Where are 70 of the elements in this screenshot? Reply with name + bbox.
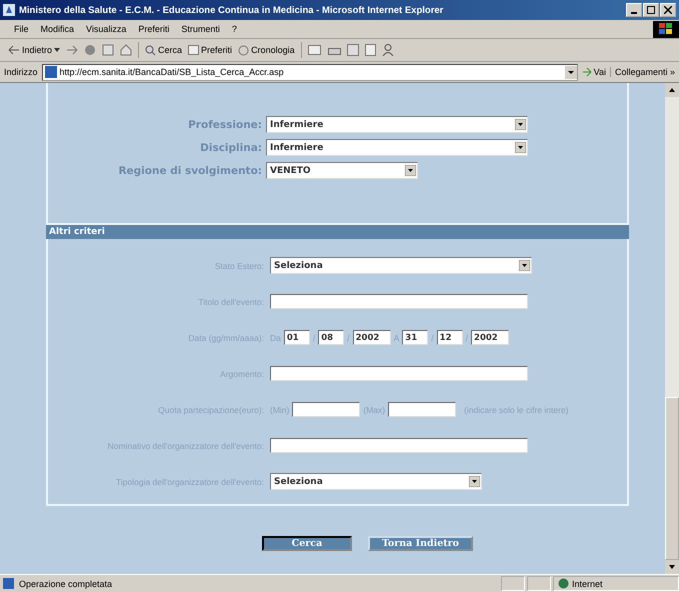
menu-item[interactable]: File: [8, 24, 35, 34]
date-separator: /: [347, 332, 350, 342]
input-field[interactable]: [270, 438, 528, 453]
dropdown-icon[interactable]: [405, 165, 416, 176]
page-icon: [3, 578, 14, 589]
address-label: Indirizzo: [4, 67, 38, 77]
date-field[interactable]: 2002: [352, 330, 391, 345]
date-field[interactable]: 31: [402, 330, 428, 345]
field-label: Professione:: [187, 118, 262, 130]
menu-item[interactable]: ?: [226, 24, 243, 34]
select-field[interactable]: Seleziona: [270, 257, 532, 274]
dropdown-icon[interactable]: [469, 476, 480, 487]
menu-item[interactable]: Visualizza: [80, 24, 132, 34]
date-field[interactable]: 08: [318, 330, 344, 345]
menu-item[interactable]: Modifica: [34, 24, 80, 34]
browser-icon: [3, 4, 15, 16]
go-arrow-icon: [582, 67, 592, 77]
field-label: Disciplina:: [199, 142, 262, 154]
scrollbar[interactable]: [665, 83, 679, 574]
close-button[interactable]: [660, 3, 676, 17]
address-field[interactable]: http://ecm.sanita.it/BancaDati/SB_Lista_Cerca_Accr.asp: [42, 64, 578, 80]
select-field[interactable]: VENETO: [266, 162, 418, 179]
scroll-up-button[interactable]: [665, 83, 679, 97]
links-button[interactable]: Collegamenti »: [610, 67, 675, 77]
dropdown-icon[interactable]: [519, 260, 530, 271]
date-separator: /: [466, 332, 468, 342]
date-field[interactable]: 12: [436, 330, 463, 345]
dropdown-icon[interactable]: [515, 142, 526, 153]
menu-item[interactable]: Strumenti: [175, 24, 226, 34]
input-field[interactable]: [270, 294, 528, 309]
date-field[interactable]: 2002: [471, 330, 510, 345]
date-separator: /: [312, 332, 316, 342]
back-arrow-icon: [8, 45, 20, 55]
favorites-button[interactable]: Preferiti: [188, 45, 232, 55]
forward-icon[interactable]: [66, 45, 78, 55]
date-field[interactable]: 01: [284, 330, 310, 345]
zone-indicator: Internet: [553, 576, 679, 591]
field-label: Regione di svolgimento:: [117, 164, 262, 176]
search-button[interactable]: Cerca: [145, 44, 182, 56]
minimize-button[interactable]: [626, 3, 642, 17]
select-field[interactable]: Seleziona: [270, 473, 482, 490]
close-icon: [664, 6, 672, 14]
date-separator: /: [431, 332, 434, 342]
maximize-button[interactable]: [643, 3, 659, 17]
dropdown-icon[interactable]: [515, 119, 526, 130]
min-field[interactable]: [292, 402, 360, 417]
status-message: Operazione completata: [18, 578, 114, 588]
go-button[interactable]: Vai: [582, 67, 606, 77]
maximize-icon: [647, 6, 655, 14]
max-field[interactable]: [388, 402, 456, 417]
menu-item[interactable]: Preferiti: [132, 24, 176, 34]
select-field[interactable]: Infermiere: [266, 139, 528, 156]
dropdown-icon[interactable]: [564, 66, 577, 78]
page-icon: [44, 66, 57, 78]
globe-icon: [558, 578, 569, 589]
search-icon: [145, 44, 156, 56]
caret-icon: [54, 48, 60, 52]
scroll-down-button[interactable]: [665, 560, 679, 574]
history-button[interactable]: Cronologia: [238, 44, 295, 56]
messenger-icon[interactable]: [382, 44, 394, 56]
scroll-thumb[interactable]: [665, 397, 679, 560]
form-button[interactable]: Cerca: [262, 536, 352, 551]
section-header: Altri criteri: [46, 223, 629, 239]
home-icon[interactable]: [120, 44, 132, 56]
input-field[interactable]: [270, 366, 528, 381]
window-title: Ministero della Salute - E.C.M. - Educazione Continua in Medicina - Microsoft Internet Explorer: [19, 4, 444, 16]
windows-logo: [653, 20, 679, 38]
back-button[interactable]: Indietro: [8, 45, 60, 55]
select-field[interactable]: Infermiere: [266, 116, 528, 133]
form-button[interactable]: Torna Indietro: [368, 536, 474, 551]
